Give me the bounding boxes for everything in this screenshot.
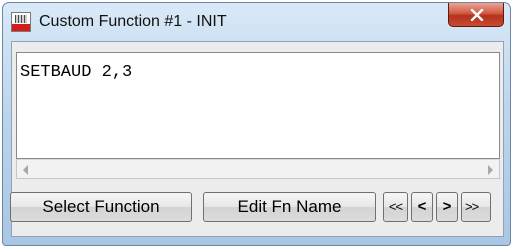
first-button[interactable]: << [383,192,408,222]
last-button[interactable]: >> [461,192,491,222]
code-editor[interactable]: SETBAUD 2,3 [16,52,500,159]
title-bar[interactable]: Custom Function #1 - INIT [3,3,510,41]
next-button[interactable]: > [436,192,458,222]
select-function-button[interactable]: Select Function [10,192,192,222]
window-title: Custom Function #1 - INIT [39,13,227,30]
close-button[interactable] [448,3,504,27]
scroll-left-arrow-icon[interactable] [23,165,28,175]
basic-badge [12,24,30,31]
close-icon [470,9,484,21]
scroll-right-arrow-icon[interactable] [488,165,493,175]
code-text[interactable]: SETBAUD 2,3 [20,63,132,82]
dialog-window: Custom Function #1 - INIT SETBAUD 2,3 Se… [2,2,511,246]
edit-fn-name-button[interactable]: Edit Fn Name [203,192,376,222]
pic-chip-graphic [15,15,27,23]
pic-basic-icon[interactable] [11,12,31,32]
client-area: SETBAUD 2,3 Select Function Edit Fn Name… [10,41,504,237]
previous-button[interactable]: < [411,192,433,222]
horizontal-scrollbar[interactable] [16,159,500,179]
